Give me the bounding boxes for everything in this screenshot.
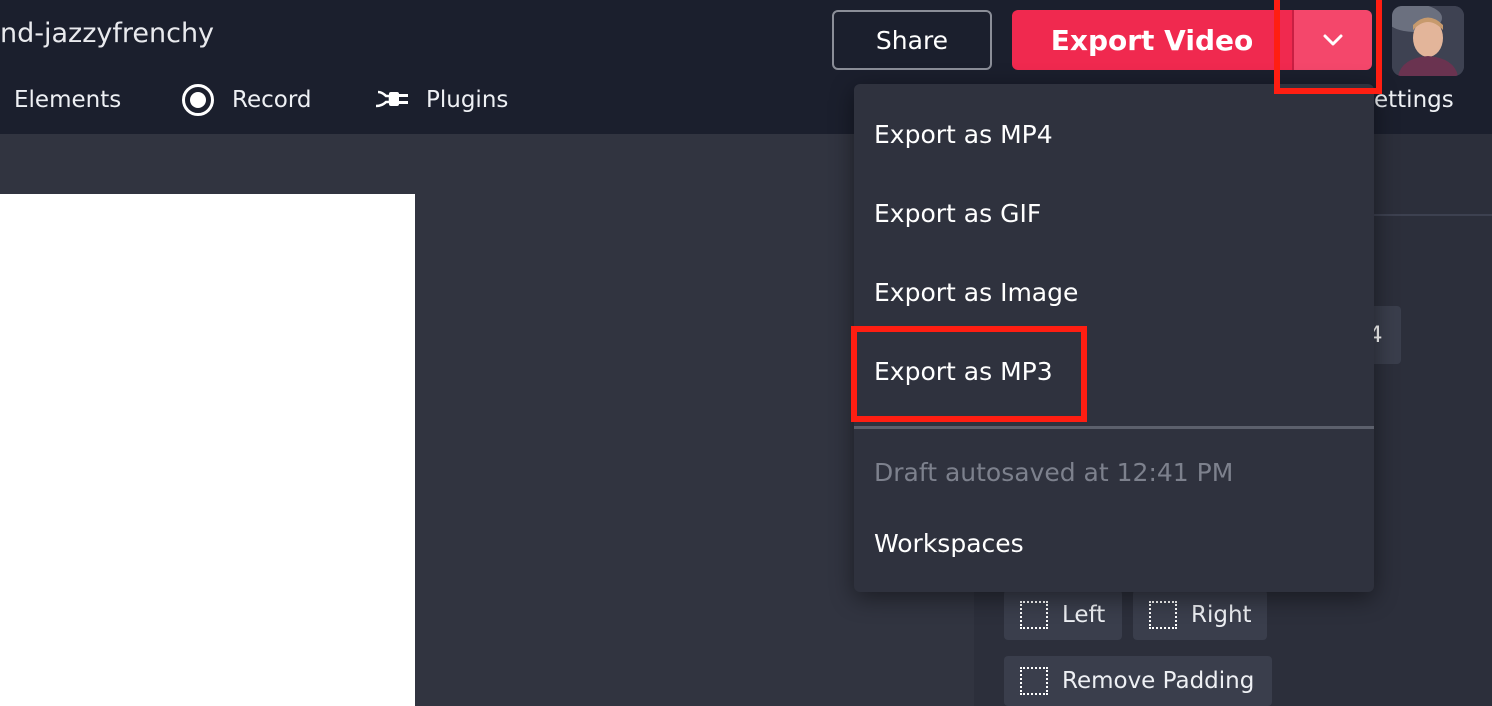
record-icon xyxy=(182,84,214,116)
padding-icon xyxy=(1020,601,1048,629)
nav-plugins[interactable]: Plugins xyxy=(374,80,508,120)
nav-settings[interactable]: ettings xyxy=(1374,80,1454,120)
padding-right-button[interactable]: Right xyxy=(1133,590,1267,640)
editor-window: nd-jazzyfrenchy Elements Record Plugins … xyxy=(0,0,1492,706)
workspaces-item[interactable]: Workspaces xyxy=(874,523,1024,563)
padding-icon xyxy=(1149,601,1177,629)
autosave-status: Draft autosaved at 12:41 PM xyxy=(874,457,1234,487)
export-mp4-item[interactable]: Export as MP4 xyxy=(874,114,1053,154)
menu-separator xyxy=(854,426,1374,429)
avatar-image xyxy=(1392,6,1464,76)
remove-padding-button[interactable]: Remove Padding xyxy=(1004,656,1272,706)
user-avatar[interactable] xyxy=(1392,6,1464,76)
video-canvas[interactable] xyxy=(0,194,415,706)
padding-right-label: Right xyxy=(1191,602,1252,628)
share-button[interactable]: Share xyxy=(832,10,992,70)
remove-padding-label: Remove Padding xyxy=(1062,668,1255,694)
nav-elements[interactable]: Elements xyxy=(14,80,121,120)
export-gif-item[interactable]: Export as GIF xyxy=(874,193,1041,233)
plug-icon xyxy=(375,90,408,108)
highlight-box-mp3 xyxy=(851,326,1087,422)
padding-left-button[interactable]: Left xyxy=(1004,590,1122,640)
export-image-item[interactable]: Export as Image xyxy=(874,272,1078,312)
highlight-box-chevron xyxy=(1274,0,1382,94)
project-name[interactable]: nd-jazzyfrenchy xyxy=(0,18,214,49)
export-video-button[interactable]: Export Video xyxy=(1012,10,1292,70)
padding-left-label: Left xyxy=(1062,602,1106,628)
nav-record[interactable]: Record xyxy=(182,80,311,120)
padding-icon xyxy=(1020,667,1048,695)
nav-record-label: Record xyxy=(232,87,312,113)
nav-plugins-label: Plugins xyxy=(426,87,509,113)
nav-elements-label: Elements xyxy=(14,87,122,113)
